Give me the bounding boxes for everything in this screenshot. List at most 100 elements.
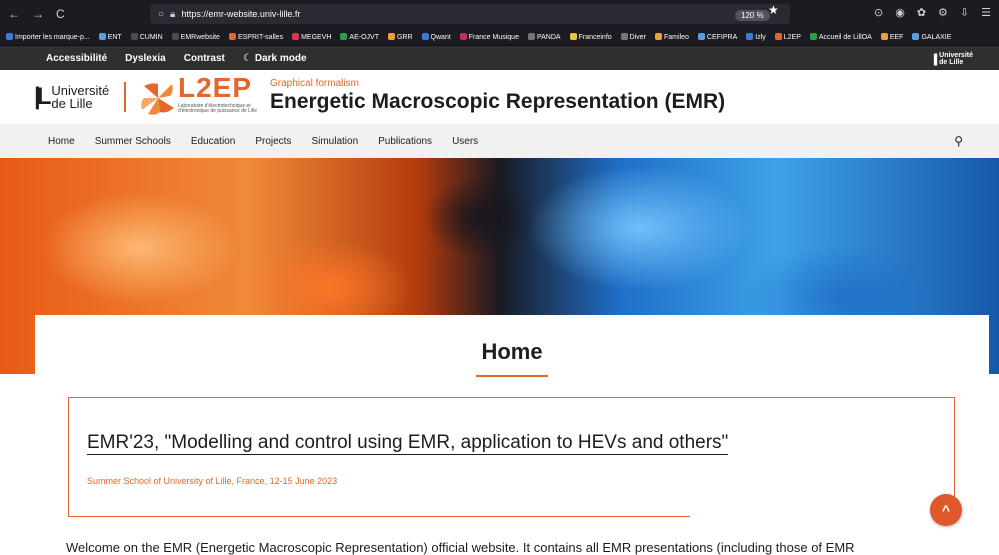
university-logo[interactable]: |L Université de Lille: [34, 84, 109, 110]
accessibility-bar: Accessibilité Dyslexia Contrast ☾ Dark mo…: [0, 46, 999, 70]
nav-item-home[interactable]: Home: [48, 136, 75, 147]
bookmark-label: Accueil de LillOA: [818, 33, 872, 41]
bookmark-favicon-icon: [746, 32, 754, 40]
bookmark-item[interactable]: MEGEVH: [292, 32, 332, 41]
bookmark-item[interactable]: Accueil de LillOA: [809, 32, 872, 41]
scroll-to-top-button[interactable]: ^: [930, 494, 962, 526]
bookmark-item[interactable]: Importer les marque-p...: [6, 32, 90, 41]
bookmark-item[interactable]: Famileo: [655, 32, 689, 41]
accessibility-link[interactable]: Accessibilité: [46, 53, 107, 64]
bookmark-label: PANDA: [536, 33, 561, 41]
bookmark-item[interactable]: PANDA: [527, 32, 561, 41]
dark-mode-toggle[interactable]: ☾ Dark mode: [243, 53, 307, 64]
event-bottom-border: [68, 516, 690, 517]
zoom-indicator[interactable]: 120 %: [735, 10, 770, 21]
bookmark-favicon-icon: [98, 32, 106, 40]
nav-item-education[interactable]: Education: [191, 136, 235, 147]
search-icon[interactable]: ⚲: [954, 134, 963, 148]
bookmarks-bar: Importer les marque-p... ENT CUMIN EMRwebsi…: [0, 28, 999, 46]
nav-item-users[interactable]: Users: [452, 136, 478, 147]
bookmark-favicon-icon: [697, 32, 705, 40]
bookmark-label: EMRwebsite: [180, 33, 220, 41]
bookmark-favicon-icon: [421, 32, 429, 40]
bookmark-label: CEFIPRA: [706, 33, 738, 41]
bookmark-favicon-icon: [774, 32, 782, 40]
bookmark-favicon-icon: [130, 32, 138, 40]
bookmark-label: EEF: [889, 33, 904, 41]
bookmark-label: ENT: [107, 33, 122, 41]
download-icon[interactable]: ⇩: [960, 6, 969, 19]
url-text: https://emr-website.univ-lille.fr: [181, 9, 301, 19]
site-title[interactable]: Energetic Macroscopic Representation (EM…: [270, 90, 725, 114]
forward-icon[interactable]: →: [32, 7, 44, 21]
bookmark-label: Famileo: [664, 33, 689, 41]
bookmark-item[interactable]: Qwant: [421, 32, 451, 41]
settings-icon[interactable]: ⚙: [938, 6, 948, 19]
contrast-link[interactable]: Contrast: [184, 53, 225, 64]
dyslexia-link[interactable]: Dyslexia: [125, 53, 166, 64]
moon-icon: ☾: [242, 52, 252, 64]
bookmark-label: ESPRIT-salles: [237, 33, 284, 41]
browser-nav: ← → C: [0, 7, 120, 21]
bookmark-item[interactable]: AE-OJVT: [340, 32, 379, 41]
bookmark-favicon-icon: [655, 32, 663, 40]
pocket-icon[interactable]: ⊙: [874, 6, 883, 19]
bookmark-label: Franceinfo: [578, 33, 612, 41]
bookmark-label: Qwant: [430, 33, 451, 41]
bookmark-favicon-icon: [228, 32, 236, 40]
bookmark-label: France Musique: [468, 33, 519, 41]
bookmark-item[interactable]: ESPRIT-salles: [228, 32, 284, 41]
account-icon[interactable]: ◉: [895, 6, 905, 19]
l2ep-wordmark: L2EP: [178, 72, 253, 103]
bookmark-favicon-icon: [527, 32, 535, 40]
nav-item-simulation[interactable]: Simulation: [311, 136, 358, 147]
l2ep-logo[interactable]: L2EP Laboratoire d'électrotechnique et d…: [138, 72, 262, 116]
nav-item-projects[interactable]: Projects: [255, 136, 291, 147]
browser-extensions: ⊙ ◉ ✿ ⚙ ⇩ ☰: [874, 6, 991, 19]
university-logo-small[interactable]: || Université de Lille: [933, 51, 973, 66]
bookmark-item[interactable]: GRR: [387, 32, 413, 41]
dark-mode-label: Dark mode: [254, 52, 307, 64]
bookmark-item[interactable]: L2EP: [774, 32, 801, 41]
bookmark-favicon-icon: [912, 32, 920, 40]
ul-mark-icon: ||: [932, 51, 938, 66]
shield-icon: ○: [158, 8, 165, 20]
bookmark-item[interactable]: CUMIN: [130, 32, 163, 41]
bookmark-item[interactable]: EMRwebsite: [171, 32, 220, 41]
ul-logo-icon: |L: [34, 83, 51, 110]
browser-toolbar: ← → C ○ 🔒︎ https://emr-website.univ-lill…: [0, 0, 999, 28]
welcome-text: Welcome on the EMR (Energetic Macroscopi…: [66, 540, 855, 555]
logo-text-2: de Lille: [939, 58, 964, 66]
bookmark-label: MEGEVH: [301, 33, 332, 41]
menu-icon[interactable]: ☰: [981, 6, 991, 19]
address-bar[interactable]: ○ 🔒︎ https://emr-website.univ-lille.fr: [150, 4, 790, 24]
bookmark-label: GRR: [396, 33, 413, 41]
content-card: Home EMR'23, "Modelling and control usin…: [35, 315, 989, 555]
chevron-up-icon: ^: [941, 502, 951, 518]
bookmark-item[interactable]: France Musique: [459, 32, 519, 41]
extension-icon[interactable]: ✿: [917, 6, 926, 19]
back-icon[interactable]: ←: [8, 7, 20, 21]
bookmark-label: L2EP: [783, 33, 801, 41]
reload-icon[interactable]: C: [56, 7, 65, 21]
bookmark-favicon-icon: [880, 32, 888, 40]
bookmark-favicon-icon: [569, 32, 577, 40]
bookmark-favicon-icon: [292, 32, 300, 40]
bookmark-label: AE-OJVT: [349, 33, 379, 41]
bookmark-item[interactable]: Izly: [746, 32, 766, 41]
bookmark-label: Importer les marque-p...: [15, 33, 90, 41]
bookmark-item[interactable]: Franceinfo: [569, 32, 612, 41]
title-underline: [476, 375, 548, 377]
logo-text-1: Université: [939, 51, 973, 59]
bookmark-favicon-icon: [171, 32, 179, 40]
bookmark-item[interactable]: Diver: [620, 32, 646, 41]
event-title-link[interactable]: EMR'23, "Modelling and control using EMR…: [87, 432, 729, 455]
nav-item-summer-schools[interactable]: Summer Schools: [95, 136, 171, 147]
bookmark-favicon-icon: [459, 32, 467, 40]
site-tagline: Graphical formalism: [270, 78, 359, 89]
bookmark-item[interactable]: EEF: [880, 32, 904, 41]
bookmark-item[interactable]: GALAXIE: [912, 32, 951, 41]
bookmark-item[interactable]: CEFIPRA: [697, 32, 738, 41]
bookmark-item[interactable]: ENT: [98, 32, 122, 41]
nav-item-publications[interactable]: Publications: [378, 136, 432, 147]
